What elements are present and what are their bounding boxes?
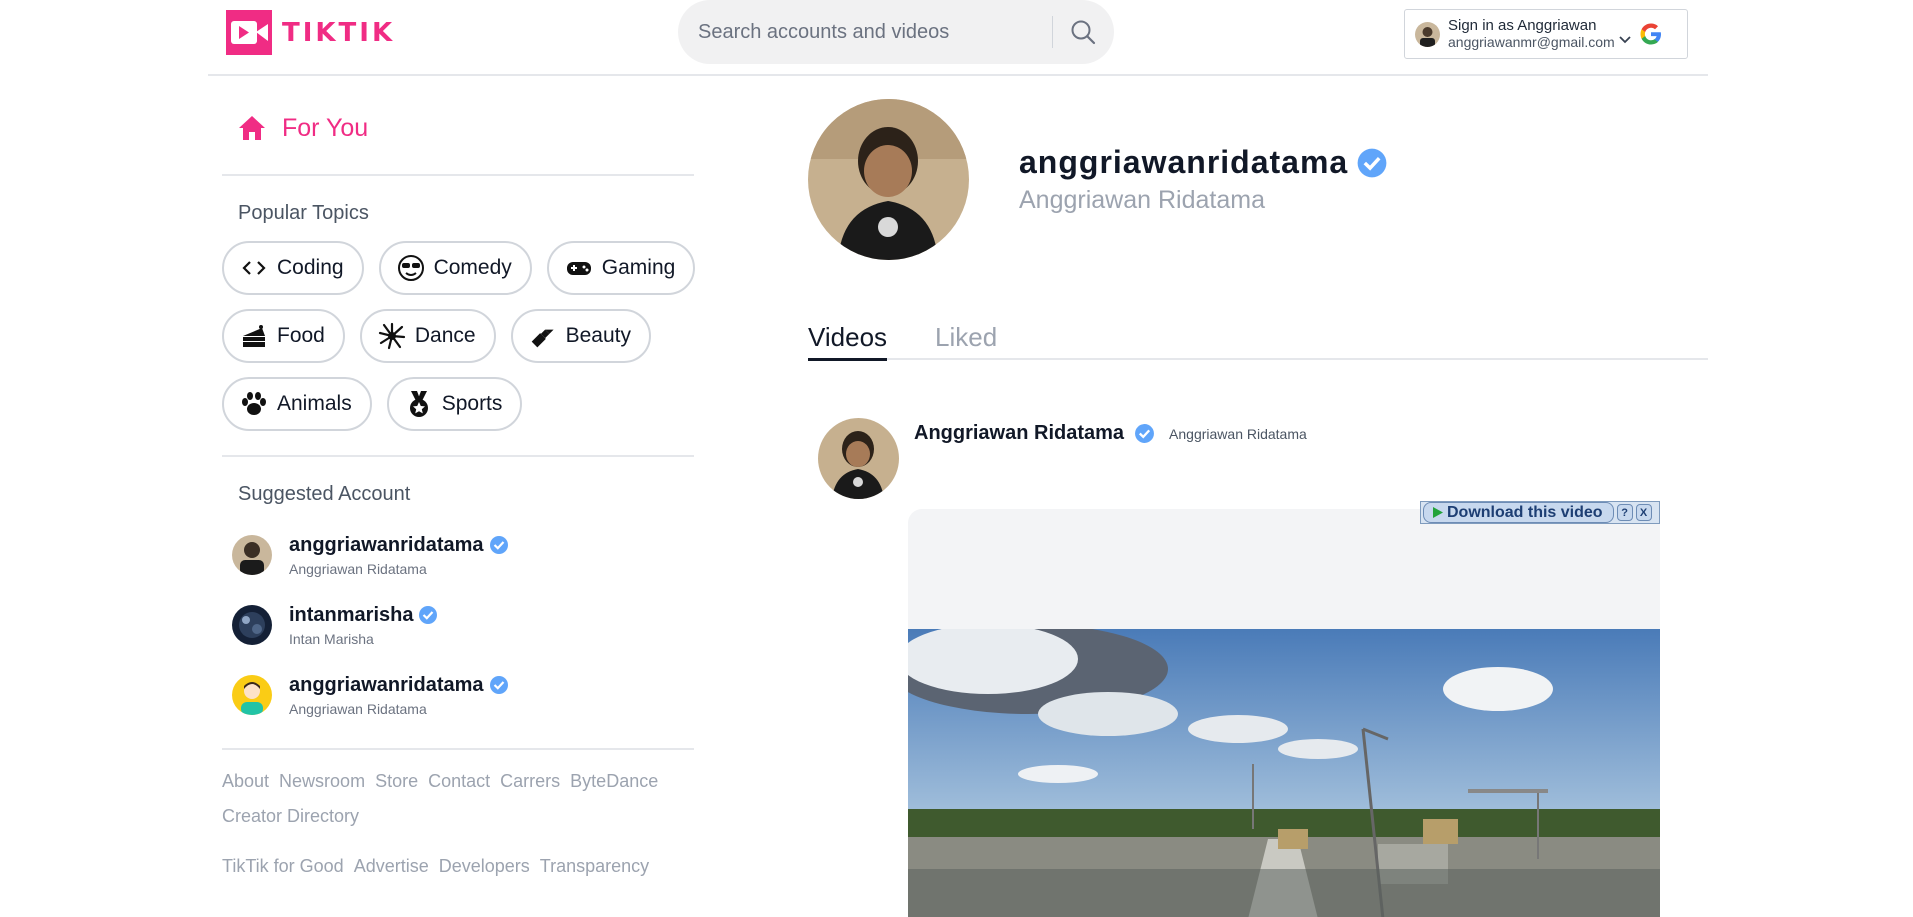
topic-label: Coding bbox=[277, 256, 344, 279]
topic-chip-sports[interactable]: Sports bbox=[386, 377, 523, 431]
profile-name: Anggriawan Ridatama bbox=[1019, 186, 1265, 214]
paw-icon bbox=[242, 392, 266, 415]
gamepad-icon bbox=[566, 262, 591, 275]
footer-link[interactable]: TikTik for Good bbox=[222, 849, 344, 884]
popular-topics-title: Popular Topics bbox=[238, 202, 369, 224]
help-button[interactable]: ? bbox=[1616, 504, 1633, 521]
google-icon bbox=[1640, 23, 1661, 45]
chevron-down-icon bbox=[1619, 36, 1631, 44]
topic-label: Food bbox=[277, 324, 325, 347]
logo-text: TIKTIK bbox=[282, 17, 396, 48]
footer-link[interactable]: Store bbox=[375, 764, 418, 799]
google-signin-button[interactable]: Sign in as Anggriawan anggriawanmr@gmail… bbox=[1404, 9, 1688, 59]
topic-chip-coding[interactable]: Coding bbox=[222, 241, 364, 295]
verified-icon bbox=[489, 536, 508, 554]
avatar bbox=[232, 675, 272, 715]
post-author-subname: Anggriawan Ridatama bbox=[1169, 425, 1307, 442]
divider bbox=[222, 174, 694, 176]
suggested-name: Anggriawan Ridatama bbox=[289, 560, 427, 577]
search-button[interactable] bbox=[1053, 0, 1113, 64]
sunglasses-face-icon bbox=[397, 255, 424, 281]
lipstick-icon bbox=[531, 329, 554, 348]
close-button[interactable]: X bbox=[1635, 504, 1652, 521]
topic-label: Animals bbox=[277, 392, 352, 415]
search-box bbox=[678, 0, 1114, 64]
top-bar: TIKTIK Sign in as Anggriawan anggriawanm… bbox=[208, 0, 1708, 76]
home-icon bbox=[239, 116, 265, 140]
footer-link[interactable]: Contact bbox=[428, 764, 490, 799]
signin-label: Sign in as Anggriawan bbox=[1448, 17, 1597, 34]
suggested-name: Intan Marisha bbox=[289, 630, 374, 647]
video-player[interactable] bbox=[908, 509, 1660, 917]
post-author[interactable]: Anggriawan Ridatama bbox=[914, 422, 1124, 445]
footer-link[interactable]: Developers bbox=[439, 849, 530, 884]
suggested-account[interactable]: intanmarisha Intan Marisha bbox=[222, 590, 694, 660]
tab-liked[interactable]: Liked bbox=[935, 322, 997, 358]
verified-icon bbox=[1357, 148, 1387, 177]
topic-label: Comedy bbox=[433, 256, 512, 279]
topic-chip-dance[interactable]: Dance bbox=[359, 309, 496, 363]
suggested-name: Anggriawan Ridatama bbox=[289, 700, 427, 717]
download-toolbar: Download this video ? X bbox=[1420, 501, 1660, 524]
for-you-link[interactable]: For You bbox=[222, 78, 694, 150]
topic-chip-gaming[interactable]: Gaming bbox=[546, 241, 696, 295]
logo[interactable]: TIKTIK bbox=[226, 10, 395, 55]
topic-label: Gaming bbox=[601, 256, 676, 279]
footer-link[interactable]: Newsroom bbox=[279, 764, 365, 799]
video-thumbnail bbox=[908, 629, 1660, 917]
topic-chip-beauty[interactable]: Beauty bbox=[510, 309, 651, 363]
tab-videos[interactable]: Videos bbox=[808, 322, 888, 361]
profile-handle-row: anggriawanridatama bbox=[1019, 144, 1388, 181]
verified-icon bbox=[419, 606, 438, 624]
footer-link[interactable]: Creator Directory bbox=[222, 799, 359, 834]
suggested-account[interactable]: anggriawanridatama Anggriawan Ridatama bbox=[222, 520, 694, 590]
play-icon bbox=[1433, 507, 1443, 518]
footer-link[interactable]: About bbox=[222, 764, 269, 799]
topic-list: Coding Comedy Gaming Food Dance Beauty A… bbox=[222, 225, 702, 431]
divider bbox=[222, 748, 694, 750]
footer-link[interactable]: Transparency bbox=[540, 849, 649, 884]
topic-chip-comedy[interactable]: Comedy bbox=[378, 241, 532, 295]
post-author-row: Anggriawan Ridatama Anggriawan Ridatama bbox=[914, 422, 1307, 445]
topic-label: Beauty bbox=[565, 324, 631, 347]
suggested-handle: anggriawanridatama bbox=[289, 673, 484, 696]
for-you-label: For You bbox=[282, 113, 369, 142]
post-avatar[interactable] bbox=[818, 418, 899, 499]
footer-links-primary: About Newsroom Store Contact Carrers Byt… bbox=[222, 764, 662, 834]
logo-icon bbox=[226, 10, 272, 55]
search-icon bbox=[1071, 20, 1096, 45]
verified-icon bbox=[1135, 424, 1154, 443]
download-label: Download this video bbox=[1447, 503, 1603, 521]
topic-chip-animals[interactable]: Animals bbox=[222, 377, 372, 431]
account-email: anggriawanmr@gmail.com bbox=[1448, 34, 1615, 50]
sidebar: For You Popular Topics Coding Comedy Gam… bbox=[222, 78, 696, 884]
topic-chip-food[interactable]: Food bbox=[222, 309, 345, 363]
topic-label: Sports bbox=[441, 392, 503, 415]
footer-link[interactable]: ByteDance bbox=[570, 764, 658, 799]
suggested-handle: intanmarisha bbox=[289, 603, 414, 626]
profile-tabs: Videos Liked bbox=[808, 322, 1708, 361]
footer-link[interactable]: Advertise bbox=[354, 849, 429, 884]
profile-handle: anggriawanridatama bbox=[1019, 144, 1349, 180]
verified-icon bbox=[489, 676, 508, 694]
footer-link[interactable]: Carrers bbox=[500, 764, 560, 799]
suggested-title: Suggested Account bbox=[238, 483, 411, 505]
topic-label: Dance bbox=[414, 324, 476, 347]
download-video-button[interactable]: Download this video bbox=[1423, 502, 1614, 523]
account-avatar bbox=[1415, 21, 1440, 47]
cake-icon bbox=[243, 325, 265, 347]
divider bbox=[222, 455, 694, 457]
search-input[interactable] bbox=[696, 19, 1040, 45]
avatar bbox=[232, 605, 272, 645]
suggested-handle: anggriawanridatama bbox=[289, 533, 484, 556]
footer-links-secondary: TikTik for Good Advertise Developers Tra… bbox=[222, 849, 662, 884]
profile-avatar bbox=[808, 99, 969, 260]
avatar bbox=[232, 535, 272, 575]
medal-icon bbox=[409, 391, 428, 417]
code-icon bbox=[242, 261, 266, 275]
dance-burst-icon bbox=[378, 322, 405, 350]
suggested-account[interactable]: anggriawanridatama Anggriawan Ridatama bbox=[222, 660, 694, 730]
suggested-list: anggriawanridatama Anggriawan Ridatama i… bbox=[222, 520, 694, 730]
